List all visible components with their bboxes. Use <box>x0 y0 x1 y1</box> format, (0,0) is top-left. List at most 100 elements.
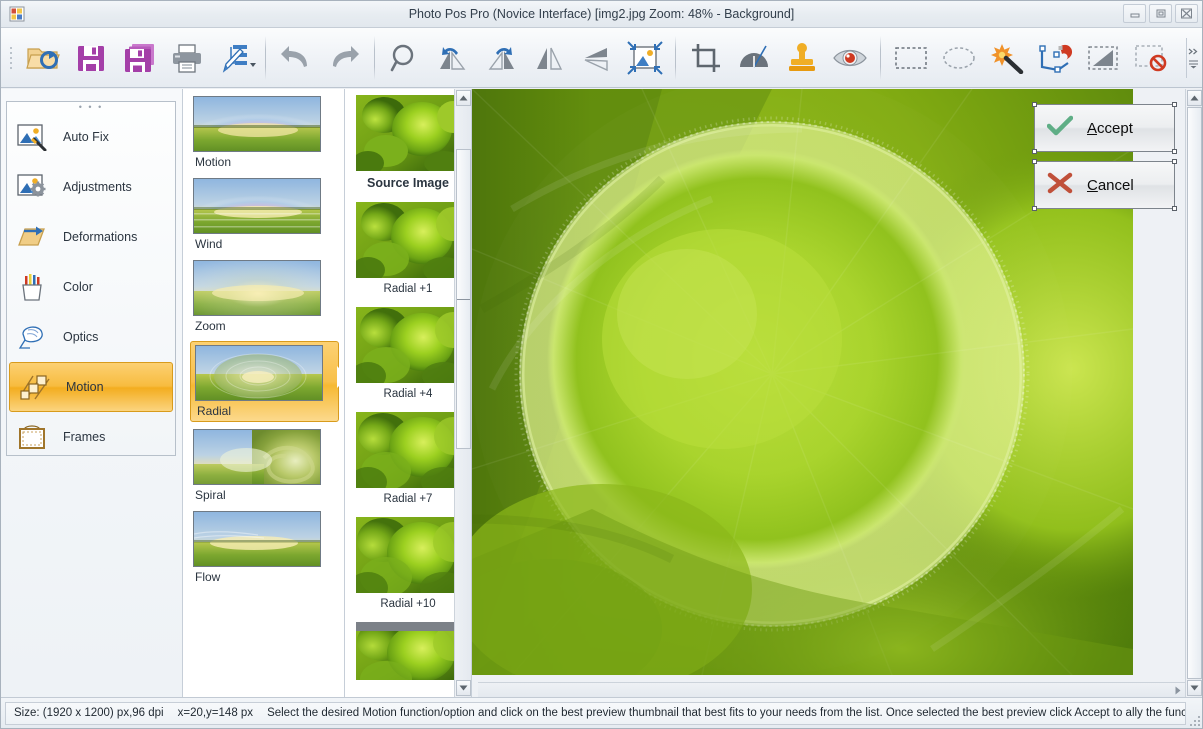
effect-thumbnail <box>193 178 321 234</box>
effect-thumbnail <box>193 260 321 316</box>
save-as-button[interactable] <box>115 34 163 82</box>
gradient-select-button[interactable] <box>1079 34 1127 82</box>
effect-thumbnail <box>193 511 321 567</box>
preview-thumbnail <box>356 202 460 278</box>
resize-handle[interactable] <box>1172 206 1177 211</box>
sidebar-item-adjustments[interactable]: Adjustments <box>7 162 175 212</box>
print-button[interactable] <box>163 34 211 82</box>
clone-stamp-button[interactable] <box>778 34 826 82</box>
magnetic-lasso-button[interactable] <box>1031 34 1079 82</box>
undo-button[interactable] <box>272 34 320 82</box>
sidebar-item-auto-fix[interactable]: Auto Fix <box>7 112 175 162</box>
status-hint: Select the desired Motion function/optio… <box>267 707 1186 719</box>
effect-item-flow[interactable]: Flow <box>193 511 336 586</box>
scroll-down-button[interactable] <box>456 680 471 696</box>
effect-item-label: Motion <box>195 155 232 169</box>
resize-handle[interactable] <box>1032 159 1037 164</box>
window-controls <box>1123 4 1198 23</box>
preview-item-radial-4[interactable]: Radial +4 <box>356 307 460 406</box>
effect-item-label: Wind <box>195 237 223 251</box>
deselect-button[interactable] <box>1127 34 1175 82</box>
effect-item-zoom[interactable]: Zoom <box>193 260 336 335</box>
resize-handle[interactable] <box>1172 159 1177 164</box>
save-button[interactable] <box>67 34 115 82</box>
preview-item-label: Radial +10 <box>380 598 436 610</box>
flip-horizontal-button[interactable] <box>525 34 573 82</box>
effect-item-radial[interactable]: Radial <box>190 341 344 422</box>
panel-grip-dots: • • • <box>78 102 104 112</box>
straighten-button[interactable] <box>730 34 778 82</box>
effect-thumbnail <box>193 429 321 485</box>
resize-handle[interactable] <box>1032 206 1037 211</box>
preview-thumbnail <box>356 95 460 171</box>
redo-button[interactable] <box>320 34 368 82</box>
red-eye-button[interactable] <box>826 34 874 82</box>
sidebar-item-color[interactable]: Color <box>7 262 175 312</box>
sidebar-item-deformations[interactable]: Deformations <box>7 212 175 262</box>
canvas-viewport[interactable]: Accept Cancel <box>472 89 1185 697</box>
sidebar-item-label: Deformations <box>63 230 138 244</box>
effect-item-motion[interactable]: Motion <box>193 96 336 171</box>
cancel-button[interactable]: Cancel <box>1032 159 1177 211</box>
elliptical-select-button[interactable] <box>935 34 983 82</box>
previews-scrollbar[interactable] <box>454 89 471 697</box>
adjustments-gear-icon <box>15 171 49 203</box>
scrollbar-thumb[interactable] <box>456 149 471 449</box>
effect-item-label: Zoom <box>195 319 226 333</box>
toolbar-group-transform <box>378 29 672 87</box>
accept-button-label: Accept <box>1087 119 1133 137</box>
flip-vertical-button[interactable] <box>573 34 621 82</box>
preview-item-source[interactable]: Source Image <box>356 95 460 196</box>
crop-button[interactable] <box>682 34 730 82</box>
sidebar-item-label: Adjustments <box>63 180 132 194</box>
cancel-button-label: Cancel <box>1087 176 1134 194</box>
zoom-tool-button[interactable] <box>381 34 429 82</box>
preview-item-radial-1[interactable]: Radial +1 <box>356 202 460 301</box>
effect-item-label: Radial <box>197 404 232 418</box>
canvas-horizontal-scrollbar[interactable] <box>478 682 1185 697</box>
resize-image-button[interactable] <box>621 34 669 82</box>
rotate-right-button[interactable] <box>477 34 525 82</box>
magic-wand-button[interactable] <box>983 34 1031 82</box>
accept-button[interactable]: Accept <box>1032 102 1177 154</box>
toolbar-separator <box>265 35 266 80</box>
scroll-down-button[interactable] <box>1187 680 1202 696</box>
preview-thumbnails-panel: Source Image Radial +1 Radial +4 Radial … <box>345 89 472 697</box>
preview-item-radial-10[interactable]: Radial +10 <box>356 517 460 616</box>
effect-item-spiral[interactable]: Spiral <box>193 429 336 504</box>
open-file-button[interactable] <box>19 34 67 82</box>
rectangular-select-button[interactable] <box>887 34 935 82</box>
preview-item-radial-7[interactable]: Radial +7 <box>356 412 460 511</box>
preview-item-label: Radial +1 <box>383 283 433 295</box>
canvas-vertical-scrollbar[interactable] <box>1185 89 1202 697</box>
toolbar-grip[interactable] <box>8 41 13 75</box>
batch-script-button[interactable] <box>211 34 259 82</box>
scroll-up-button[interactable] <box>456 90 471 106</box>
resize-handle[interactable] <box>1032 102 1037 107</box>
optics-lens-icon <box>15 321 49 353</box>
minimize-button[interactable] <box>1123 4 1146 23</box>
chevron-down-icon[interactable] <box>250 62 256 67</box>
maximize-button[interactable] <box>1149 4 1172 23</box>
category-list: • • • Auto Fix Adjustments Deformations … <box>6 101 176 456</box>
sidebar-item-label: Auto Fix <box>63 130 109 144</box>
sidebar-item-label: Frames <box>63 430 106 444</box>
sidebar-item-frames[interactable]: Frames <box>7 412 175 462</box>
toolbar-overflow-icon[interactable] <box>1186 38 1200 78</box>
resize-handle[interactable] <box>1172 102 1177 107</box>
window-resize-grip[interactable] <box>1188 698 1202 729</box>
resize-handle[interactable] <box>1032 149 1037 154</box>
effect-item-wind[interactable]: Wind <box>193 178 336 253</box>
sidebar-item-motion[interactable]: Motion <box>9 362 173 412</box>
rotate-left-button[interactable] <box>429 34 477 82</box>
resize-handle[interactable] <box>1172 149 1177 154</box>
auto-fix-icon <box>15 121 49 153</box>
sidebar-item-optics[interactable]: Optics <box>7 312 175 362</box>
effects-list-panel: Motion Wind Zoom Radial Spiral Flow <box>182 89 345 697</box>
close-button[interactable] <box>1175 4 1198 23</box>
scroll-up-button[interactable] <box>1187 90 1202 106</box>
preview-item-partial[interactable] <box>356 622 460 691</box>
frames-icon <box>15 421 49 453</box>
scroll-right-button[interactable] <box>1170 683 1185 697</box>
scrollbar-thumb[interactable] <box>1187 107 1202 679</box>
